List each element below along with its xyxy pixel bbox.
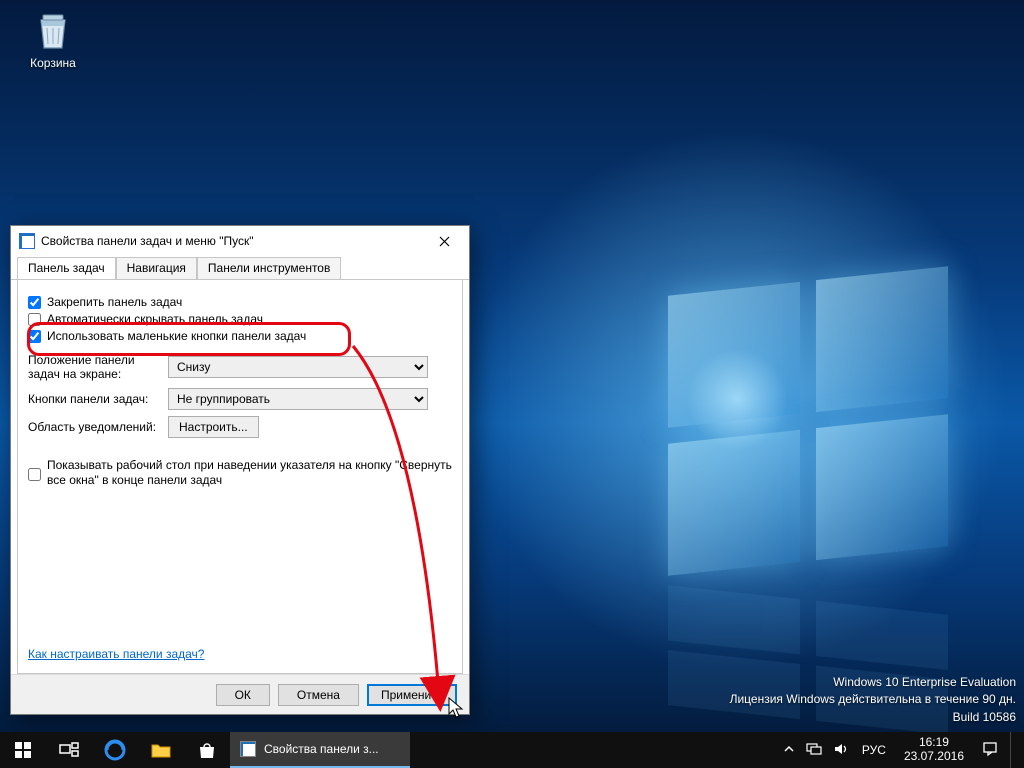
titlebar[interactable]: Свойства панели задач и меню "Пуск"	[11, 226, 469, 256]
taskbar-running-properties[interactable]: Свойства панели з...	[230, 732, 410, 768]
dialog-title: Свойства панели задач и меню "Пуск"	[41, 234, 423, 248]
recycle-bin-label: Корзина	[18, 56, 88, 70]
help-link[interactable]: Как настраивать панели задач?	[28, 647, 204, 661]
lock-taskbar-input[interactable]	[28, 296, 41, 309]
tray-chevron-up-icon[interactable]	[784, 743, 794, 757]
apply-button[interactable]: Применить	[367, 684, 457, 706]
windows-watermark: Windows 10 Enterprise Evaluation Лицензи…	[730, 674, 1016, 726]
position-label: Положение панели задач на экране:	[28, 353, 168, 382]
tab-body-taskbar: Закрепить панель задач Автоматически скр…	[17, 280, 463, 674]
desktop: Корзина Свойства панели задач и меню "Пу…	[0, 0, 1024, 768]
autohide-input[interactable]	[28, 313, 41, 326]
close-button[interactable]	[423, 227, 465, 255]
cancel-button[interactable]: Отмена	[278, 684, 359, 706]
wallpaper-windows-logo	[668, 266, 948, 575]
peek-label: Показывать рабочий стол при наведении ук…	[47, 458, 452, 489]
taskbar: Свойства панели з... РУС 16:19 23.07.201…	[0, 732, 1024, 768]
show-desktop-button[interactable]	[1010, 732, 1016, 768]
watermark-line3: Build 10586	[730, 709, 1016, 726]
peek-input[interactable]	[28, 460, 41, 489]
tray-time: 16:19	[904, 736, 964, 750]
small-buttons-label: Использовать маленькие кнопки панели зад…	[47, 329, 306, 343]
watermark-line1: Windows 10 Enterprise Evaluation	[730, 674, 1016, 691]
tabs: Панель задач Навигация Панели инструмент…	[11, 256, 469, 280]
notify-label: Область уведомлений:	[28, 420, 168, 434]
tray-clock[interactable]: 16:19 23.07.2016	[898, 736, 970, 764]
autohide-checkbox[interactable]: Автоматически скрывать панель задач	[28, 312, 452, 326]
small-buttons-checkbox[interactable]: Использовать маленькие кнопки панели зад…	[28, 329, 452, 343]
tray-language[interactable]: РУС	[862, 743, 886, 757]
system-tray: РУС 16:19 23.07.2016	[776, 732, 1024, 768]
autohide-label: Автоматически скрывать панель задач	[47, 312, 263, 326]
start-button[interactable]	[0, 732, 46, 768]
peek-checkbox[interactable]: Показывать рабочий стол при наведении ук…	[28, 458, 452, 489]
small-buttons-input[interactable]	[28, 330, 41, 343]
taskbar-running-label: Свойства панели з...	[264, 742, 379, 756]
tab-navigation[interactable]: Навигация	[116, 257, 197, 279]
taskbar-app-store[interactable]	[184, 732, 230, 768]
notify-customize-button[interactable]: Настроить...	[168, 416, 259, 438]
position-select[interactable]: Снизу	[168, 356, 428, 378]
tray-date: 23.07.2016	[904, 750, 964, 764]
tray-action-center-icon[interactable]	[982, 741, 998, 760]
taskbar-app-edge[interactable]	[92, 732, 138, 768]
tab-toolbars[interactable]: Панели инструментов	[197, 257, 341, 279]
buttons-select[interactable]: Не группировать	[168, 388, 428, 410]
dialog-icon	[19, 233, 35, 249]
tray-volume-icon[interactable]	[834, 742, 850, 759]
taskbar-app-explorer[interactable]	[138, 732, 184, 768]
dialog-footer: ОК Отмена Применить	[11, 674, 469, 714]
lock-taskbar-checkbox[interactable]: Закрепить панель задач	[28, 295, 452, 309]
tray-network-icon[interactable]	[806, 742, 822, 759]
ok-button[interactable]: ОК	[216, 684, 270, 706]
taskbar-properties-dialog: Свойства панели задач и меню "Пуск" Пане…	[10, 225, 470, 715]
task-view-button[interactable]	[46, 732, 92, 768]
taskbar-running-icon	[240, 741, 256, 757]
watermark-line2: Лицензия Windows действительна в течение…	[730, 691, 1016, 708]
lock-taskbar-label: Закрепить панель задач	[47, 295, 182, 309]
buttons-label: Кнопки панели задач:	[28, 392, 168, 406]
tab-taskbar[interactable]: Панель задач	[17, 257, 116, 279]
recycle-bin-icon[interactable]: Корзина	[18, 8, 88, 70]
trash-icon	[31, 8, 75, 52]
